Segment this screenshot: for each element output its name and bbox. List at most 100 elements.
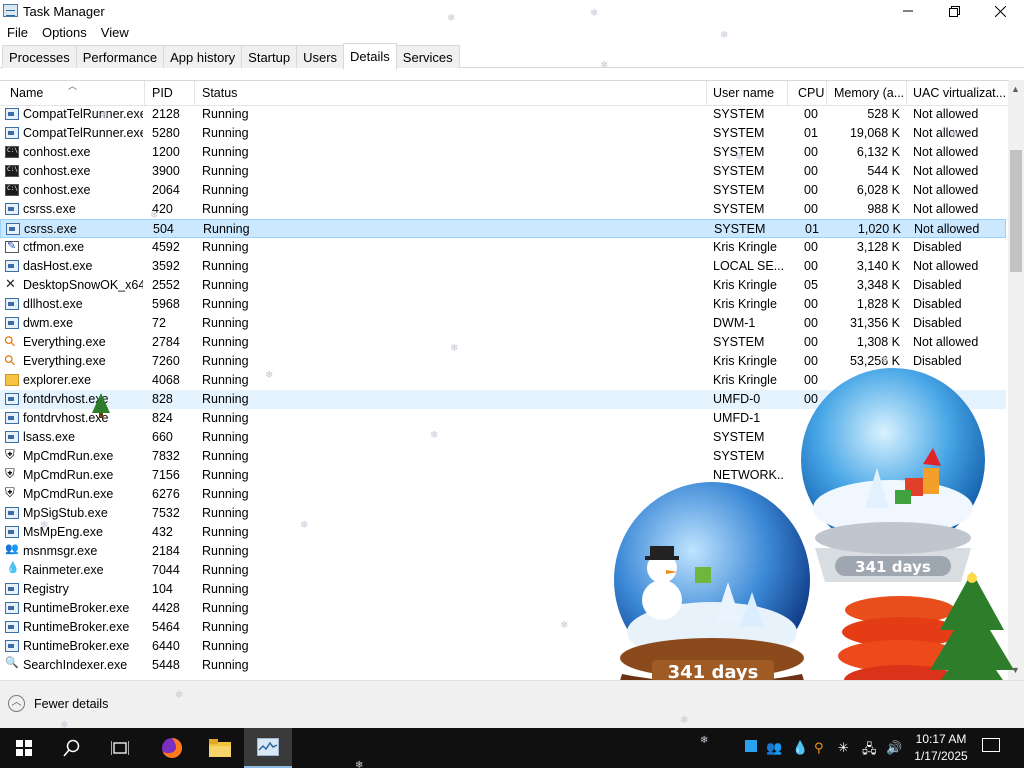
column-header-cpu[interactable]: CPU xyxy=(798,86,826,100)
tab-app-history[interactable]: App history xyxy=(163,45,243,68)
cell-cpu: 00 xyxy=(804,164,818,178)
cell-status: Running xyxy=(202,297,249,311)
cell-pid: 3900 xyxy=(152,164,180,178)
app-icon xyxy=(5,393,19,405)
menu-bar: File Options View xyxy=(0,22,1024,42)
taskbar-file-explorer[interactable] xyxy=(196,728,244,768)
close-button[interactable] xyxy=(977,0,1023,22)
cell-pid: 6276 xyxy=(152,487,180,501)
table-row[interactable]: dasHost.exe 3592 Running LOCAL SE... 00 3,140… xyxy=(0,257,1006,276)
column-header-user-name[interactable]: User name xyxy=(713,86,783,100)
start-button[interactable] xyxy=(0,728,48,768)
tray-blue-square-icon[interactable] xyxy=(745,740,757,755)
tray-people-icon[interactable]: 👥 xyxy=(766,740,782,756)
table-row[interactable]: csrss.exe 504 Running SYSTEM 01 1,020 K Not al… xyxy=(0,219,1006,238)
tray-drop-icon[interactable]: 💧 xyxy=(792,740,808,756)
chevron-up-icon[interactable]: ︿ xyxy=(8,695,25,712)
details-table-header: ︿ Name PID Status User name CPU Memory (… xyxy=(0,80,1008,106)
menu-options[interactable]: Options xyxy=(35,22,94,42)
column-header-memory[interactable]: Memory (a... xyxy=(834,86,904,100)
cell-name: conhost.exe xyxy=(23,145,91,159)
cell-name: csrss.exe xyxy=(23,202,76,216)
cell-memory: 3,348 K xyxy=(856,278,900,292)
cell-status: Running xyxy=(202,620,249,634)
column-header-name[interactable]: Name xyxy=(10,86,140,100)
cell-name: Rainmeter.exe xyxy=(23,563,104,577)
table-row[interactable]: DesktopSnowOK_x64... 2552 Running Kris Krin… xyxy=(0,276,1006,295)
fewer-details-link[interactable]: Fewer details xyxy=(34,697,108,711)
tab-users[interactable]: Users xyxy=(296,45,345,68)
table-row[interactable]: CompatTelRunner.exe 2128 Running SYSTEM 00 52… xyxy=(0,105,1006,124)
app-icon xyxy=(5,260,19,272)
scrollbar-thumb[interactable] xyxy=(1010,150,1022,272)
footer-bar: ︿ Fewer details xyxy=(0,680,1024,728)
table-row[interactable]: dwm.exe 72 Running DWM-1 00 31,356 K Disabled xyxy=(0,314,1006,333)
notification-center-icon[interactable] xyxy=(982,738,1000,752)
task-view-button[interactable] xyxy=(96,728,144,768)
cell-user-name: Kris Kringle xyxy=(713,354,777,368)
cell-name: msnmsgr.exe xyxy=(23,544,98,558)
cell-status: Running xyxy=(202,240,249,254)
column-divider[interactable] xyxy=(826,81,827,105)
cell-user-name: SYSTEM xyxy=(714,222,766,236)
taskbar-clock[interactable]: 10:17 AM 1/17/2025 xyxy=(908,731,974,765)
cell-memory: 1,828 K xyxy=(856,297,900,311)
cell-pid: 2184 xyxy=(152,544,180,558)
snowflake-icon: ❄ xyxy=(355,760,364,771)
column-divider[interactable] xyxy=(906,81,907,105)
cell-uac-virtualization: Disabled xyxy=(913,278,962,292)
tab-performance[interactable]: Performance xyxy=(75,45,165,68)
taskbar-task-manager[interactable] xyxy=(244,728,292,768)
table-row[interactable]: dllhost.exe 5968 Running Kris Kringle 00 1,82… xyxy=(0,295,1006,314)
snowflake-icon: ❄ xyxy=(450,343,459,354)
tab-details[interactable]: Details xyxy=(343,43,397,70)
column-divider[interactable] xyxy=(787,81,788,105)
scroll-up-icon[interactable]: ▲ xyxy=(1011,84,1020,94)
snowflake-icon: ❄ xyxy=(560,620,569,631)
cell-user-name: SYSTEM xyxy=(713,183,765,197)
app-icon xyxy=(5,526,19,538)
snow-globe-gifts: 341 days xyxy=(801,368,985,582)
tray-everything-search-icon[interactable]: ⚲ xyxy=(814,740,824,756)
tab-services[interactable]: Services xyxy=(395,45,460,68)
table-row[interactable]: Everything.exe 2784 Running SYSTEM 00 1,308 K… xyxy=(0,333,1006,352)
tab-startup[interactable]: Startup xyxy=(241,45,298,68)
cell-pid: 504 xyxy=(153,222,174,236)
tray-snow-icon[interactable]: ✳ xyxy=(838,740,849,756)
snowflake-icon: ❄ xyxy=(447,13,456,24)
minimize-button[interactable] xyxy=(885,0,931,22)
column-header-status[interactable]: Status xyxy=(202,86,302,100)
tray-network-icon[interactable]: 🖧 xyxy=(862,740,877,762)
search-button[interactable] xyxy=(48,728,96,768)
table-row[interactable]: conhost.exe 2064 Running SYSTEM 00 6,028 K Not… xyxy=(0,181,1006,200)
app-icon xyxy=(5,108,19,120)
cell-uac-virtualization: Not allowed xyxy=(913,202,979,216)
cell-name: MpSigStub.exe xyxy=(23,506,108,520)
column-divider[interactable] xyxy=(194,81,195,105)
menu-view[interactable]: View xyxy=(94,22,136,42)
taskbar-firefox[interactable] xyxy=(148,728,196,768)
maximize-button[interactable] xyxy=(931,0,977,22)
cell-name: conhost.exe xyxy=(23,183,91,197)
table-row[interactable]: conhost.exe 3900 Running SYSTEM 00 544 K Not a… xyxy=(0,162,1006,181)
cell-cpu: 00 xyxy=(804,183,818,197)
table-row[interactable]: CompatTelRunner.exe 5280 Running SYSTEM 01 19… xyxy=(0,124,1006,143)
tab-processes[interactable]: Processes xyxy=(2,45,77,68)
table-row[interactable]: ctfmon.exe 4592 Running Kris Kringle 00 3,128… xyxy=(0,238,1006,257)
cell-memory: 544 K xyxy=(867,164,900,178)
cell-user-name: DWM-1 xyxy=(713,316,756,330)
search-icon xyxy=(5,336,19,348)
column-header-pid[interactable]: PID xyxy=(152,86,192,100)
menu-file[interactable]: File xyxy=(0,22,35,42)
cell-pid: 2128 xyxy=(152,107,180,121)
cell-pid: 4428 xyxy=(152,601,180,615)
table-row[interactable]: conhost.exe 1200 Running SYSTEM 00 6,132 K Not… xyxy=(0,143,1006,162)
cell-status: Running xyxy=(202,126,249,140)
tray-volume-icon[interactable]: 🔊 xyxy=(886,740,902,756)
folder-icon xyxy=(5,374,19,386)
snowflake-icon: ❄ xyxy=(735,152,744,163)
column-divider[interactable] xyxy=(706,81,707,105)
column-header-uac-virtualization[interactable]: UAC virtualizat... xyxy=(913,86,1005,100)
column-divider[interactable] xyxy=(144,81,145,105)
cell-memory: 988 K xyxy=(867,202,900,216)
